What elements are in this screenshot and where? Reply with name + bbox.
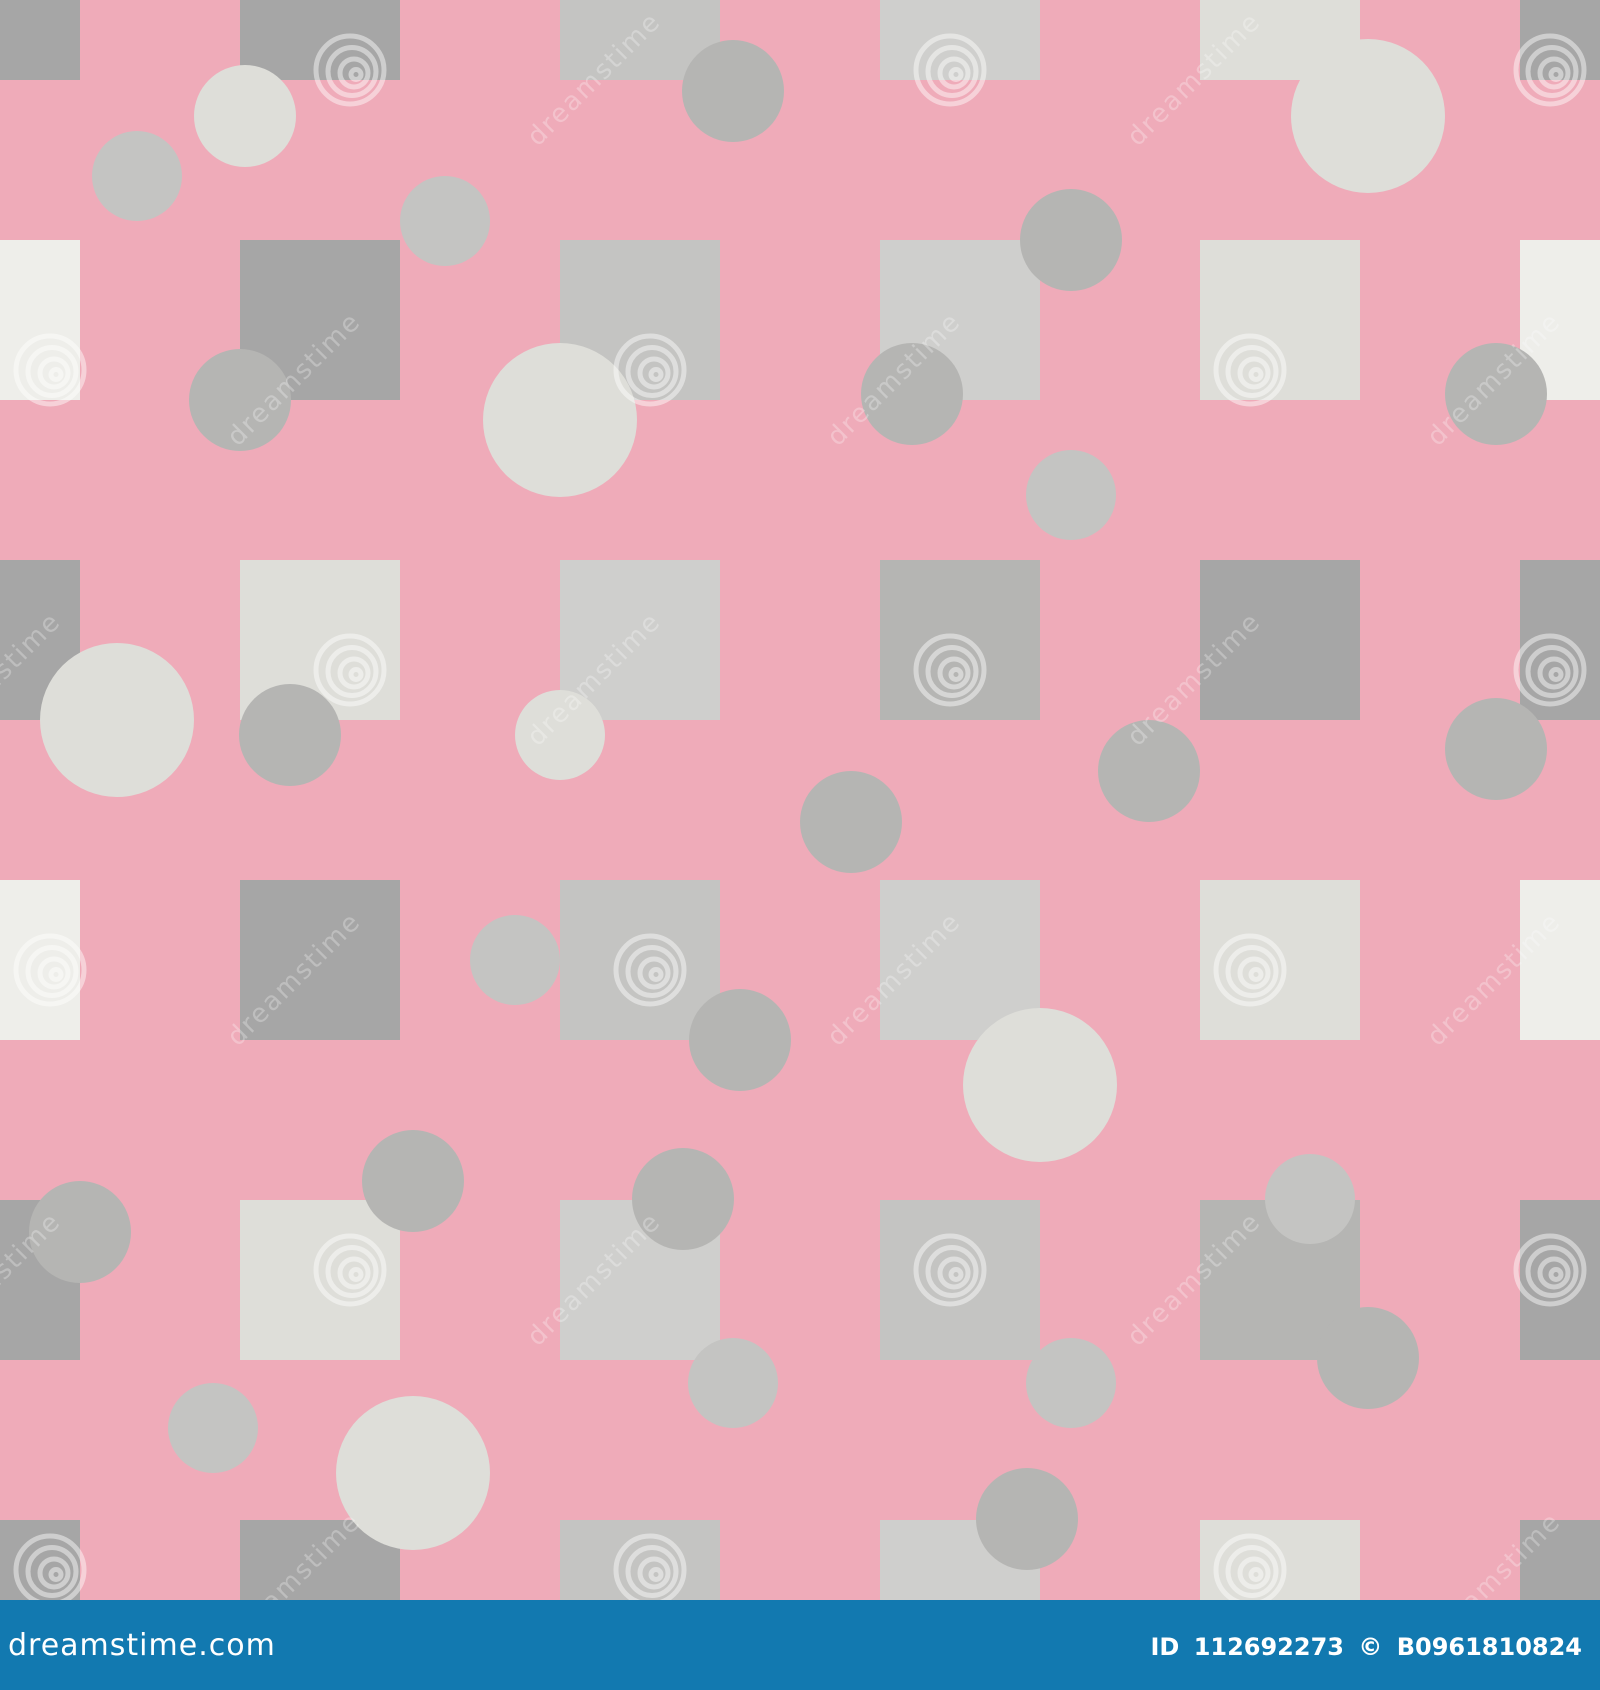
circle-dot: [800, 771, 902, 873]
circle-dot: [682, 40, 784, 142]
image-id: 112692273: [1193, 1633, 1344, 1661]
circle-dot: [40, 643, 194, 797]
circle-dot: [976, 1468, 1078, 1570]
stock-image-page: dreamstime dreamstime dreamstime dreamstime…: [0, 0, 1600, 1690]
circle-dot: [1291, 39, 1445, 193]
circle-dot: [1026, 1338, 1116, 1428]
spiral-logo-icon: [313, 33, 387, 107]
spiral-logo-icon: [13, 333, 87, 407]
circle-dot: [470, 915, 560, 1005]
spiral-logo-icon: [1513, 33, 1587, 107]
id-label: ID: [1150, 1633, 1180, 1661]
circle-dot: [1317, 1307, 1419, 1409]
circle-dot: [168, 1383, 258, 1473]
copyright-symbol: ©: [1358, 1633, 1383, 1661]
spiral-logo-icon: [913, 633, 987, 707]
square-tile: [0, 880, 80, 1040]
geometric-pattern-image: dreamstime dreamstimedreamstime dreamstime…: [0, 0, 1600, 1600]
circle-dot: [688, 1338, 778, 1428]
spiral-logo-icon: [913, 1233, 987, 1307]
circle-dot: [362, 1130, 464, 1232]
spiral-logo-icon: [313, 1233, 387, 1307]
circle-dot: [1265, 1154, 1355, 1244]
circle-dot: [239, 684, 341, 786]
circle-dot: [1445, 698, 1547, 800]
spiral-logo-icon: [613, 333, 687, 407]
spiral-logo-icon: [1213, 333, 1287, 407]
circle-dot: [689, 989, 791, 1091]
spiral-logo-icon: [913, 33, 987, 107]
circle-dot: [1026, 450, 1116, 540]
spiral-logo-icon: [13, 933, 87, 1007]
footer-image-info: ID 112692273 © B0961810824: [1144, 1633, 1582, 1661]
circle-dot: [1020, 189, 1122, 291]
square-tile: [560, 1520, 720, 1600]
square-tile: [1200, 240, 1360, 400]
square-tile: [0, 0, 80, 80]
spiral-logo-icon: [1513, 633, 1587, 707]
circle-dot: [194, 65, 296, 167]
circle-dot: [92, 131, 182, 221]
author-code: B0961810824: [1396, 1633, 1582, 1661]
spiral-logo-icon: [613, 933, 687, 1007]
spiral-logo-icon: [313, 633, 387, 707]
stock-footer-bar: dreamstime.com ID 112692273 © B096181082…: [0, 1600, 1600, 1690]
circle-dot: [963, 1008, 1117, 1162]
footer-brand-text: dreamstime.com: [8, 1628, 276, 1663]
spiral-logo-icon: [1513, 1233, 1587, 1307]
spiral-logo-icon: [1213, 933, 1287, 1007]
circle-dot: [400, 176, 490, 266]
